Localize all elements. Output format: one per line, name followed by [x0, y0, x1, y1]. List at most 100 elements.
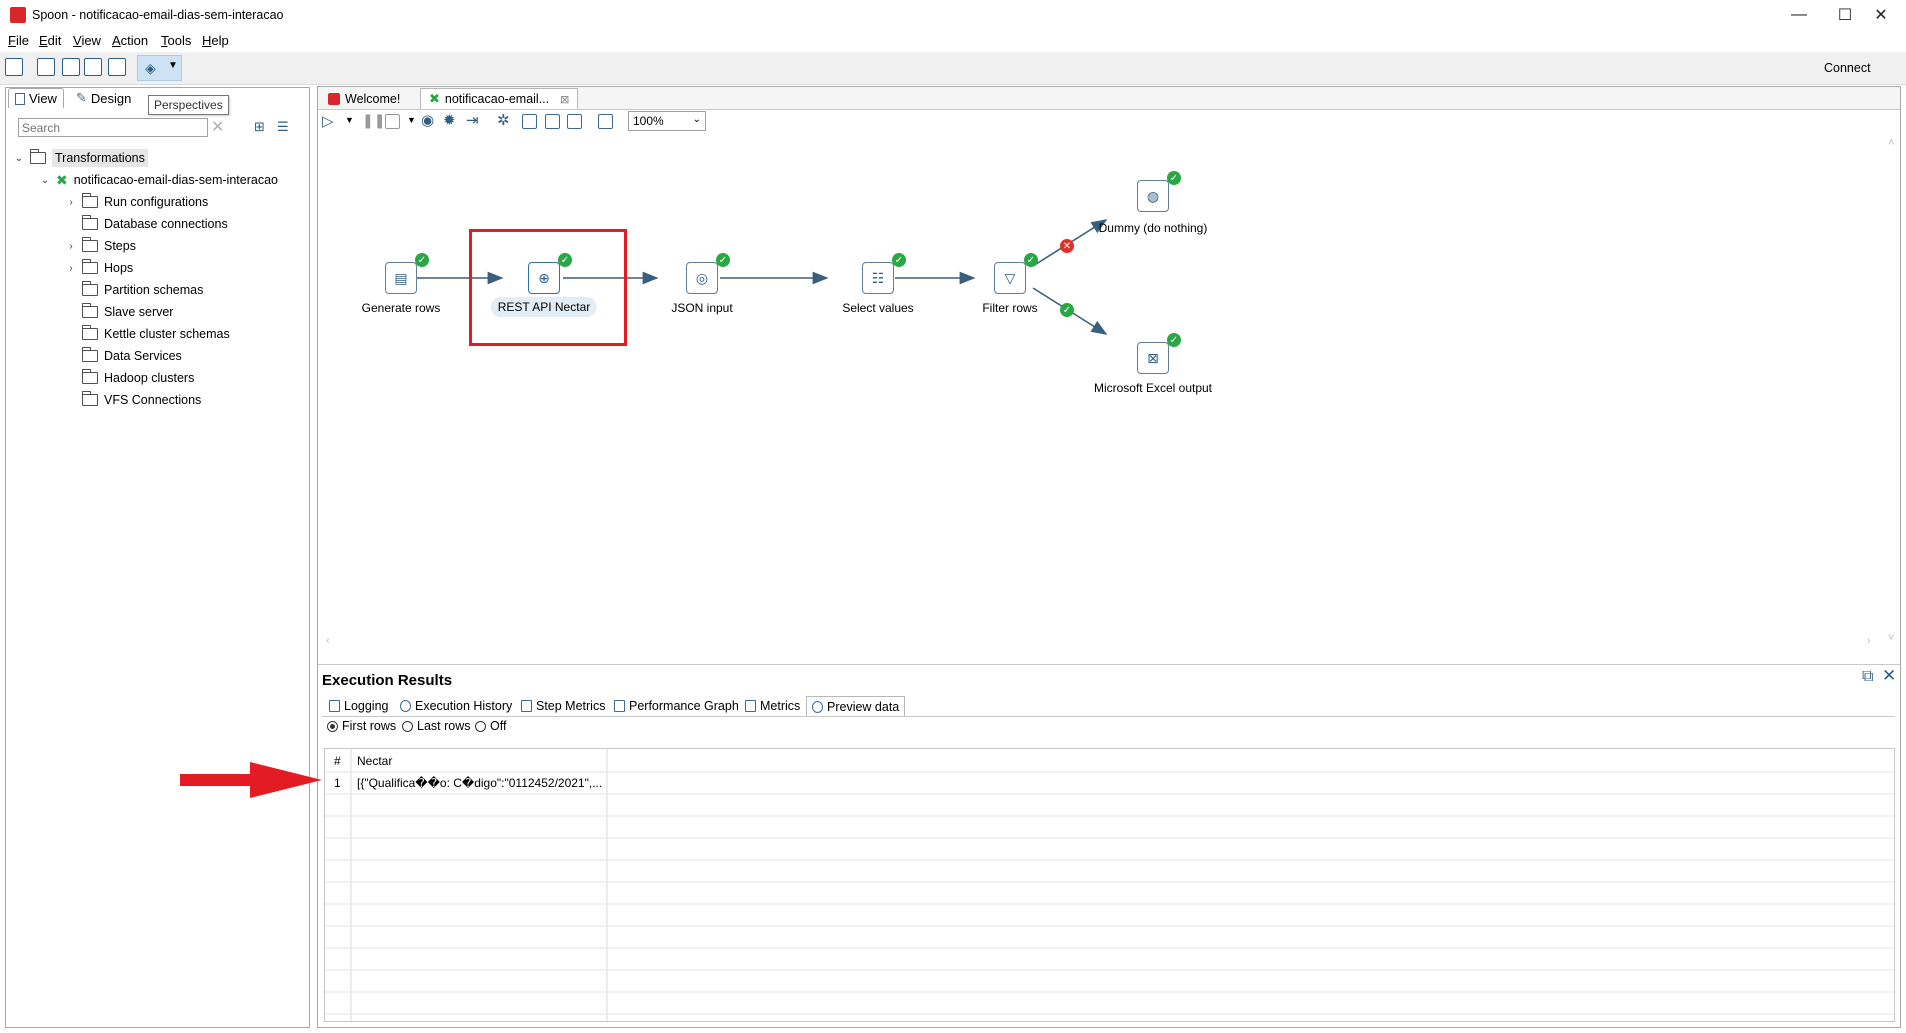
clear-search-icon[interactable]: ✕ — [211, 117, 224, 137]
radio-last-rows[interactable]: Last rows — [402, 719, 471, 733]
new-file-icon[interactable] — [5, 58, 23, 76]
nectar-cell[interactable]: [{"Qualifica��o: C�digo":"0112452/2021",… — [357, 776, 602, 790]
zoom-select[interactable]: 100% ⌄ — [628, 111, 706, 131]
minimize-button[interactable]: — — [1776, 0, 1822, 30]
menu-help[interactable]: Help — [202, 33, 229, 48]
radio-icon — [402, 720, 413, 732]
sql-icon[interactable] — [545, 114, 560, 129]
collapse-all-icon[interactable]: ⊞ — [254, 119, 265, 135]
tree-item[interactable]: › Steps — [66, 235, 278, 257]
tab-performance-graph[interactable]: Performance Graph — [609, 696, 744, 716]
show-results-icon[interactable] — [598, 114, 613, 129]
folder-icon — [81, 237, 98, 252]
close-tab-icon[interactable]: ⊠ — [560, 93, 569, 106]
hop-true-icon[interactable]: ✓ — [1060, 303, 1074, 317]
folder-icon — [81, 215, 98, 230]
horizontal-scrollbar[interactable]: ‹ › — [322, 635, 1884, 649]
tree-item[interactable]: Slave server — [66, 301, 278, 323]
pencil-icon: ✎ — [76, 90, 87, 105]
impact-icon[interactable] — [522, 114, 537, 129]
menu-edit[interactable]: Edit — [39, 33, 61, 48]
close-panel-icon[interactable]: ✕ — [1882, 666, 1896, 686]
chevron-right-icon[interactable]: › — [66, 263, 76, 274]
main-toolbar — [0, 52, 1906, 85]
menu-tools[interactable]: Tools — [161, 33, 191, 48]
column-header-nectar[interactable]: Nectar — [357, 754, 392, 768]
tab-step-metrics[interactable]: Step Metrics — [516, 696, 610, 716]
explore-db-icon[interactable] — [567, 114, 582, 129]
tab-welcome[interactable]: Welcome! — [320, 88, 408, 109]
radio-first-rows[interactable]: First rows — [327, 719, 396, 733]
chevron-down-icon[interactable]: ▼ — [345, 115, 354, 125]
preview-data-grid[interactable]: # Nectar 1 [{"Qualifica��o: C�digo":"011… — [324, 748, 1896, 1023]
tab-execution-history[interactable]: Execution History — [395, 696, 517, 716]
radio-label: Off — [490, 719, 507, 733]
results-title: Execution Results — [322, 672, 453, 689]
tree-item[interactable]: VFS Connections — [66, 389, 278, 411]
menu-view[interactable]: View — [73, 33, 101, 48]
tab-transformation[interactable]: ✖ notificacao-email... ⊠ — [420, 88, 579, 109]
tree-item-label: VFS Connections — [104, 393, 202, 407]
tab-design[interactable]: ✎ Design — [70, 88, 137, 108]
tree-item[interactable]: Kettle cluster schemas — [66, 323, 278, 345]
menu-action[interactable]: Action — [112, 33, 148, 48]
transformation-canvas[interactable]: ✕ ✓ ▤ ✓ Generate rows ⊕ ✓ REST API Necta… — [322, 135, 1884, 649]
tree-item[interactable]: Data Services — [66, 345, 278, 367]
menu-file[interactable]: File — [8, 33, 29, 48]
tab-logging[interactable]: Logging — [324, 696, 394, 716]
tree-item[interactable]: Partition schemas — [66, 279, 278, 301]
tree-root-transformations[interactable]: ⌄ Transformations — [14, 147, 278, 169]
chevron-down-icon[interactable]: ⌄ — [14, 153, 24, 164]
step-ok-icon: ✓ — [1024, 253, 1038, 267]
close-button[interactable]: ✕ — [1858, 0, 1904, 30]
save-as-icon[interactable] — [108, 58, 126, 76]
metrics-icon — [745, 700, 756, 712]
tab-view[interactable]: View — [8, 88, 64, 108]
vertical-scrollbar[interactable]: ˄ ˅ — [1886, 135, 1898, 649]
preview-icon[interactable]: ◉ — [421, 111, 434, 129]
run-icon[interactable]: ▷ — [322, 112, 334, 130]
stop-icon[interactable] — [385, 114, 400, 129]
row-index-cell[interactable]: 1 — [334, 776, 341, 790]
hop-false-icon[interactable]: ✕ — [1060, 239, 1074, 253]
tree-item[interactable]: › Hops — [66, 257, 278, 279]
step-label: Dummy (do nothing) — [1098, 221, 1208, 235]
chevron-down-icon[interactable]: ⌄ — [40, 175, 50, 186]
chevron-right-icon[interactable]: › — [66, 197, 76, 208]
tree-item-label: Hadoop clusters — [104, 371, 195, 385]
maximize-panel-icon[interactable]: ⧉ — [1862, 668, 1873, 686]
title-bar — [0, 0, 1906, 31]
expand-all-icon[interactable]: ☰ — [277, 119, 289, 135]
step-json-input-icon[interactable]: ◎ — [686, 262, 718, 294]
connect-button[interactable]: Connect — [1824, 61, 1871, 75]
tree-item[interactable]: Database connections — [66, 213, 278, 235]
chevron-down-icon[interactable]: ▼ — [407, 115, 416, 125]
arrow-annotation — [180, 762, 322, 798]
save-icon[interactable] — [84, 58, 102, 76]
step-filter-rows-icon[interactable]: ▽ — [994, 262, 1026, 294]
chevron-right-icon[interactable]: › — [66, 241, 76, 252]
step-select-values-icon[interactable]: ☷ — [862, 262, 894, 294]
radio-icon — [475, 720, 486, 732]
column-header-index[interactable]: # — [334, 754, 341, 768]
log-icon — [329, 700, 340, 712]
step-excel-output-icon[interactable]: ⊠ — [1137, 342, 1169, 374]
tree-item-label: Slave server — [104, 305, 174, 319]
explore-repository-icon[interactable] — [62, 58, 80, 76]
highlight-annotation-box — [469, 229, 627, 346]
search-input[interactable] — [18, 118, 208, 137]
perspectives-button[interactable]: ◈ ▼ — [137, 55, 182, 81]
tree-item[interactable]: Hadoop clusters — [66, 367, 278, 389]
verify-icon[interactable]: ✲ — [497, 111, 510, 129]
debug-icon[interactable]: ✹ — [443, 111, 456, 129]
pause-icon[interactable]: ❚❚ — [362, 112, 385, 129]
tree-transformation[interactable]: ⌄ ✖ notificacao-email-dias-sem-interacao — [40, 169, 278, 191]
tab-metrics[interactable]: Metrics — [740, 696, 805, 716]
tree-item[interactable]: › Run configurations — [66, 191, 278, 213]
open-file-icon[interactable] — [37, 58, 55, 76]
step-generate-rows-icon[interactable]: ▤ — [385, 262, 417, 294]
replay-icon[interactable]: ⇥ — [466, 111, 479, 129]
radio-off[interactable]: Off — [475, 719, 506, 733]
step-dummy-icon[interactable]: ◍ — [1137, 180, 1169, 212]
tab-preview-data[interactable]: Preview data — [806, 696, 906, 716]
